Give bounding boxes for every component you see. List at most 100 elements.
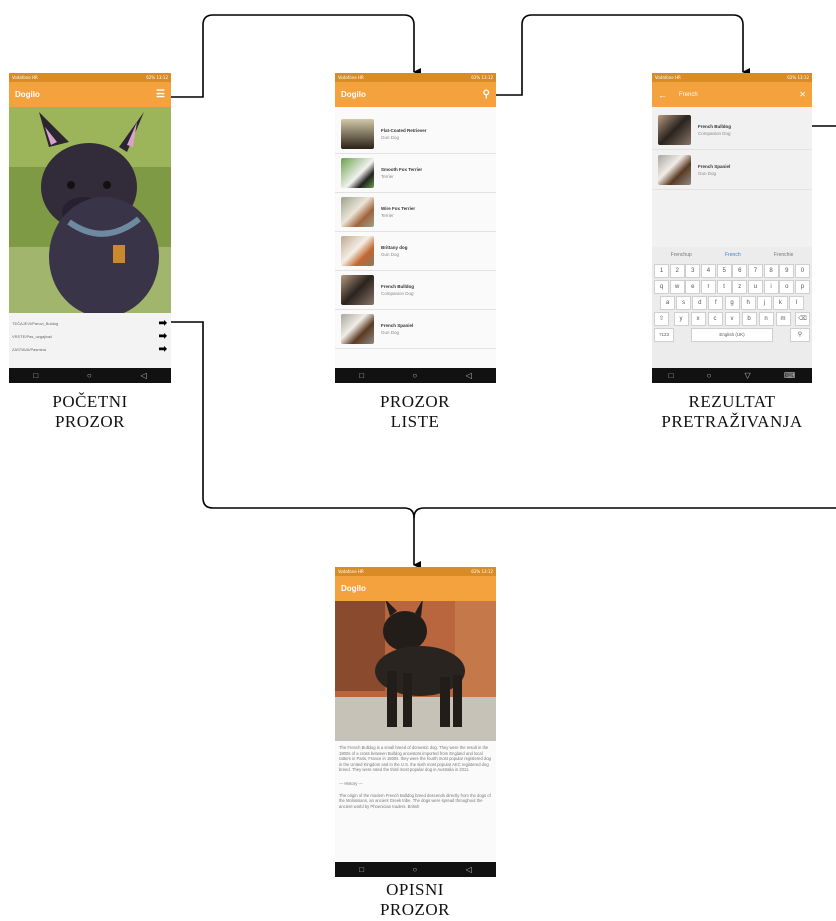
list-item[interactable]: French Spaniel Gun Dog xyxy=(335,310,496,349)
key-4[interactable]: 4 xyxy=(700,264,716,278)
recents-icon[interactable]: □ xyxy=(359,371,364,380)
key-k[interactable]: k xyxy=(772,296,788,310)
key-i[interactable]: i xyxy=(763,280,779,294)
search-icon[interactable]: ⚲ xyxy=(483,89,490,100)
item-sub: Terrier xyxy=(381,174,394,179)
key-z[interactable]: z xyxy=(732,280,748,294)
item-title: Flat-Coated Retriever xyxy=(381,128,427,133)
key-v[interactable]: v xyxy=(724,312,740,326)
key-q[interactable]: q xyxy=(654,280,669,294)
key-r[interactable]: r xyxy=(700,280,716,294)
key-2[interactable]: 2 xyxy=(669,264,685,278)
arrow-right-icon[interactable]: ➡ xyxy=(159,331,167,342)
app-title: Dogilo xyxy=(341,584,366,593)
arrow-right-icon[interactable]: ➡ xyxy=(159,344,167,355)
key-5[interactable]: 5 xyxy=(716,264,732,278)
key-9[interactable]: 9 xyxy=(779,264,795,278)
item-sub: Gun Dog xyxy=(381,330,400,335)
key-s[interactable]: s xyxy=(676,296,692,310)
key-6[interactable]: 6 xyxy=(732,264,748,278)
caption-pocetni: POČETNI PROZOR xyxy=(20,392,160,432)
key-n[interactable]: n xyxy=(758,312,774,326)
suggestion[interactable]: Frenchup xyxy=(671,252,692,258)
numbers-key[interactable]: ?123 xyxy=(654,328,674,342)
key-m[interactable]: m xyxy=(775,312,791,326)
menu-icon[interactable]: ☰ xyxy=(156,89,165,100)
recents-icon[interactable]: □ xyxy=(33,371,38,380)
key-d[interactable]: d xyxy=(692,296,708,310)
key-l[interactable]: l xyxy=(789,296,804,310)
key-o[interactable]: o xyxy=(779,280,795,294)
key-h[interactable]: h xyxy=(740,296,756,310)
menu-row[interactable]: ZASTAVA/Pasmina ➡ xyxy=(9,343,171,356)
list-item[interactable]: French Spaniel Gun Dog xyxy=(652,150,812,190)
caption-line: PROZOR xyxy=(379,900,451,919)
key-p[interactable]: p xyxy=(794,280,810,294)
dog-photo-french-bulldog-brindle xyxy=(335,601,496,741)
recents-icon[interactable]: □ xyxy=(669,371,674,380)
caption-opisni: OPISNI PROZOR xyxy=(345,880,485,920)
key-f[interactable]: f xyxy=(708,296,724,310)
phone-opisni: Vodafone HR 62% 13:12 Dogilo The French … xyxy=(335,567,496,877)
key-b[interactable]: b xyxy=(741,312,757,326)
keyboard-icon[interactable]: ⌨ xyxy=(784,371,796,380)
key-y[interactable]: y xyxy=(673,312,689,326)
caption-rezultat: REZULTAT PRETRAŽIVANJA xyxy=(646,392,818,432)
suggestion[interactable]: French xyxy=(725,252,741,258)
status-carrier: Vodafone HR xyxy=(338,569,364,574)
arrow-right-icon[interactable]: ➡ xyxy=(159,318,167,329)
thumb-wire-fox-terrier xyxy=(341,197,374,227)
android-nav-bar: □ ○ ◁ xyxy=(335,862,496,877)
key-c[interactable]: c xyxy=(707,312,723,326)
item-sub: Companion Dog xyxy=(381,291,414,296)
back-arrow-icon[interactable]: ← xyxy=(658,90,667,100)
recents-icon[interactable]: □ xyxy=(359,865,364,874)
item-sub: Gun Dog xyxy=(381,252,400,257)
list-item[interactable]: Flat-Coated Retriever Gun Dog xyxy=(335,115,496,154)
home-icon[interactable]: ○ xyxy=(87,371,92,380)
status-time: 62% 13:12 xyxy=(146,75,168,80)
dog-photo-frenchie-black xyxy=(9,107,171,313)
key-x[interactable]: x xyxy=(690,312,706,326)
key-w[interactable]: w xyxy=(669,280,685,294)
list-item[interactable]: Wire Fox Terrier Terrier xyxy=(335,193,496,232)
search-key[interactable]: ⚲ xyxy=(790,328,810,342)
home-icon[interactable]: ○ xyxy=(412,865,417,874)
list-item[interactable]: French Bulldog Companion Dog xyxy=(652,110,812,150)
list-item[interactable]: French Bulldog Companion Dog xyxy=(335,271,496,310)
app-title: Dogilo xyxy=(15,90,40,99)
home-icon[interactable]: ○ xyxy=(412,371,417,380)
back-icon[interactable]: ▽ xyxy=(745,371,751,380)
key-a[interactable]: a xyxy=(660,296,675,310)
key-8[interactable]: 8 xyxy=(763,264,779,278)
key-u[interactable]: u xyxy=(747,280,763,294)
key-g[interactable]: g xyxy=(724,296,740,310)
clear-icon[interactable]: ✕ xyxy=(799,90,806,99)
menu-row[interactable]: VRSTE/Pas_uzgajivač ➡ xyxy=(9,330,171,343)
key-7[interactable]: 7 xyxy=(747,264,763,278)
search-results: French Bulldog Companion Dog French Spani… xyxy=(652,107,812,190)
android-nav-bar: □ ○ ◁ xyxy=(9,368,171,383)
menu-row[interactable]: TEČAJEVI/Parovi_Buldog ➡ xyxy=(9,317,171,330)
list-item[interactable]: Smooth Fox Terrier Terrier xyxy=(335,154,496,193)
suggestion[interactable]: Frenchie xyxy=(774,252,793,258)
item-title: French Spaniel xyxy=(381,323,414,328)
back-icon[interactable]: ◁ xyxy=(466,865,472,874)
status-bar: Vodafone HR 62% 13:12 xyxy=(335,567,496,576)
list-item[interactable]: Brittany dog Gun Dog xyxy=(335,232,496,271)
backspace-key[interactable]: ⌫ xyxy=(795,312,810,326)
shift-key[interactable]: ⇧ xyxy=(654,312,669,326)
key-t[interactable]: t xyxy=(716,280,732,294)
back-icon[interactable]: ◁ xyxy=(466,371,472,380)
key-3[interactable]: 3 xyxy=(685,264,701,278)
back-icon[interactable]: ◁ xyxy=(140,371,146,380)
key-e[interactable]: e xyxy=(685,280,701,294)
thumb-flat-coated-retriever xyxy=(341,119,374,149)
key-0[interactable]: 0 xyxy=(794,264,810,278)
key-j[interactable]: j xyxy=(756,296,772,310)
key-1[interactable]: 1 xyxy=(654,264,669,278)
search-bar: ← French ✕ xyxy=(652,82,812,107)
space-key[interactable]: English (UK) xyxy=(691,328,773,342)
search-query[interactable]: French xyxy=(679,92,799,98)
home-icon[interactable]: ○ xyxy=(707,371,712,380)
